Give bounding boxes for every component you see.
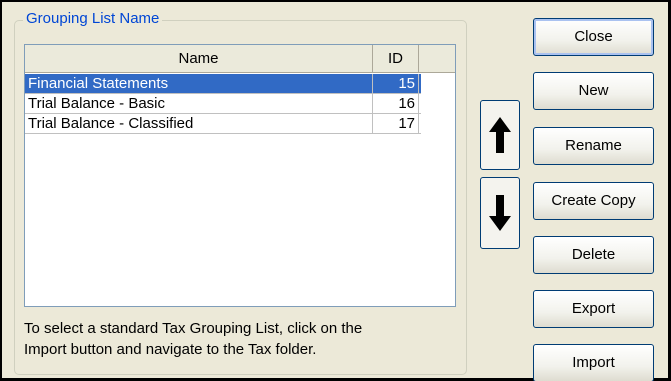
close-button[interactable]: Close	[533, 18, 654, 56]
column-header-filler	[419, 45, 454, 72]
list-header: Name ID	[25, 45, 455, 73]
list-rows: Financial Statements 15 Trial Balance - …	[25, 74, 421, 134]
delete-button[interactable]: Delete	[533, 236, 654, 274]
row-name: Trial Balance - Basic	[25, 94, 373, 113]
table-row[interactable]: Trial Balance - Basic 16	[25, 94, 421, 114]
arrow-up-icon	[489, 117, 511, 153]
row-name: Trial Balance - Classified	[25, 114, 373, 133]
import-hint-text: To select a standard Tax Grouping List, …	[24, 318, 454, 360]
table-row[interactable]: Trial Balance - Classified 17	[25, 114, 421, 134]
grouping-list[interactable]: Name ID Financial Statements 15 Trial Ba…	[24, 44, 456, 307]
table-row[interactable]: Financial Statements 15	[25, 74, 421, 94]
rename-button[interactable]: Rename	[533, 127, 654, 165]
column-header-name[interactable]: Name	[25, 45, 373, 72]
hint-line-2: Import button and navigate to the Tax fo…	[24, 341, 317, 358]
create-copy-button[interactable]: Create Copy	[533, 182, 654, 220]
import-button[interactable]: Import	[533, 344, 654, 381]
hint-line-1: To select a standard Tax Grouping List, …	[24, 320, 363, 337]
arrow-down-icon	[489, 195, 511, 231]
row-name: Financial Statements	[25, 74, 373, 93]
row-id: 17	[373, 114, 419, 133]
move-up-button[interactable]	[480, 100, 520, 170]
row-id: 15	[373, 74, 419, 93]
new-button[interactable]: New	[533, 72, 654, 110]
export-button[interactable]: Export	[533, 290, 654, 328]
move-down-button[interactable]	[480, 177, 520, 249]
group-label: Grouping List Name	[23, 10, 163, 28]
column-header-id[interactable]: ID	[373, 45, 419, 72]
row-id: 16	[373, 94, 419, 113]
